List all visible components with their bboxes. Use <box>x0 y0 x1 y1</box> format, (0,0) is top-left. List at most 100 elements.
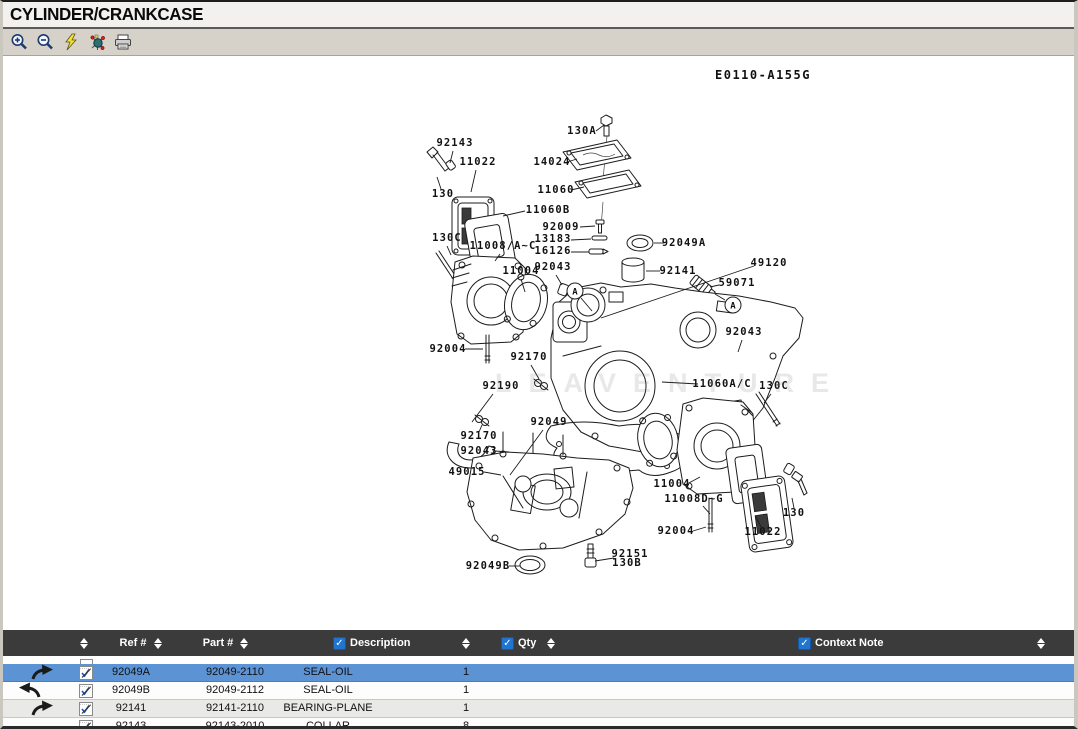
hotspots-icon[interactable] <box>87 32 107 52</box>
part-label-130A[interactable]: 130A <box>567 125 597 137</box>
part-label-11060B[interactable]: 11060B <box>526 204 571 216</box>
part-label-130C[interactable]: 130C <box>432 232 462 244</box>
description-cell: SEAL-OIL <box>243 664 413 682</box>
part-label-11004[interactable]: 11004 <box>653 478 690 490</box>
part-label-92049[interactable]: 92049 <box>530 416 567 428</box>
context-note-cell <box>563 700 983 718</box>
leader-line <box>447 246 451 255</box>
leader-line <box>693 527 706 531</box>
col-description-header[interactable]: Description <box>333 630 411 656</box>
print-icon[interactable] <box>113 32 133 52</box>
leader-line <box>471 170 476 192</box>
context-note-cell <box>563 664 983 682</box>
ref-cell: 92049A <box>89 664 173 682</box>
part-label-11022[interactable]: 11022 <box>744 526 781 538</box>
part-pin-13183 <box>592 236 607 240</box>
page-title: CYLINDER/CRANKCASE <box>10 4 203 25</box>
leader-line <box>571 239 591 240</box>
checkbox-checked-icon[interactable] <box>798 637 811 650</box>
context-note-cell <box>563 682 983 700</box>
table-row[interactable]: 9214392143-2010COLLAR8 <box>3 718 1074 729</box>
ref-cell: 92141 <box>89 700 173 718</box>
part-label-49120[interactable]: 49120 <box>750 257 787 269</box>
ref-cell: 92143 <box>89 718 173 729</box>
part-label-59071[interactable]: 59071 <box>718 277 755 289</box>
sort-icon[interactable] <box>239 636 248 650</box>
part-label-92049B[interactable]: 92049B <box>466 560 511 572</box>
annotation-letter: A <box>730 302 736 312</box>
part-label-92170[interactable]: 92170 <box>510 351 547 363</box>
part-label-92043[interactable]: 92043 <box>460 445 497 457</box>
part-label-130B[interactable]: 130B <box>612 557 642 569</box>
part-label-13183[interactable]: 13183 <box>534 233 571 245</box>
sort-icon[interactable] <box>546 636 555 650</box>
part-label-11008-A-C[interactable]: 11008/A~C <box>470 240 537 252</box>
diagram-pane: E0110-A155G LEAVENTURE <box>3 56 1074 630</box>
qty-cell: 1 <box>431 664 501 682</box>
part-label-92004[interactable]: 92004 <box>429 343 466 355</box>
part-oring-92049B <box>515 556 545 574</box>
sort-icon[interactable] <box>1036 636 1045 650</box>
table-row[interactable]: 92049A92049-2110SEAL-OIL1 <box>3 664 1074 682</box>
lightning-refresh-icon[interactable] <box>61 32 81 52</box>
col-qty-header[interactable]: Qty <box>501 630 536 656</box>
part-cap-92143-right <box>783 463 795 476</box>
part-pin-16126 <box>589 249 608 254</box>
zoom-out-icon[interactable] <box>35 32 55 52</box>
part-label-92143[interactable]: 92143 <box>436 137 473 149</box>
part-label-92049A[interactable]: 92049A <box>662 237 707 249</box>
part-bolt-92009 <box>596 220 604 233</box>
part-label-92004[interactable]: 92004 <box>657 525 694 537</box>
table-row[interactable]: 92049B92049-2112SEAL-OIL1 <box>3 682 1074 700</box>
part-bolt-92151-130B <box>585 544 596 567</box>
checkbox-checked-icon[interactable] <box>501 637 514 650</box>
exploded-diagram: 9214311022130130A140241106011060B9200913… <box>3 56 1074 630</box>
parts-catalog-window: CYLINDER/CRANKCASE <box>0 0 1078 729</box>
part-label-16126[interactable]: 16126 <box>534 245 571 257</box>
title-bar: CYLINDER/CRANKCASE <box>3 2 1074 29</box>
toolbar <box>3 29 1074 56</box>
parts-table-body: 92049A92049-2110SEAL-OIL192049B92049-211… <box>3 664 1074 729</box>
qty-cell: 1 <box>431 700 501 718</box>
part-label-92170[interactable]: 92170 <box>460 430 497 442</box>
part-label-11008D-G[interactable]: 11008D~G <box>664 493 723 505</box>
sort-icon[interactable] <box>79 636 88 650</box>
col-context-note-header[interactable]: Context Note <box>798 630 883 656</box>
leader-line <box>580 226 595 227</box>
part-cup-92141 <box>622 258 644 282</box>
description-cell: SEAL-OIL <box>243 682 413 700</box>
part-bolt-130-left <box>427 147 449 171</box>
part-label-49015[interactable]: 49015 <box>448 466 485 478</box>
context-note-cell <box>563 718 983 729</box>
table-row[interactable]: 9214192141-2110BEARING-PLANE1 <box>3 700 1074 718</box>
part-label-11060[interactable]: 11060 <box>537 184 574 196</box>
description-cell: BEARING-PLANE <box>243 700 413 718</box>
partial-row-strip <box>3 656 1074 664</box>
part-label-92043[interactable]: 92043 <box>534 261 571 273</box>
leader-line <box>556 275 562 285</box>
diagram-code: E0110-A155G <box>715 68 811 82</box>
part-clamp-92170-b <box>475 415 489 426</box>
part-label-92141[interactable]: 92141 <box>659 265 696 277</box>
part-label-11022[interactable]: 11022 <box>459 156 496 168</box>
sort-icon[interactable] <box>153 636 162 650</box>
part-bolt-130A <box>601 115 612 228</box>
table-header: Ref # Part # Description Qty Context Not… <box>3 630 1074 656</box>
part-plate-11060 <box>575 170 641 198</box>
description-cell: COLLAR <box>243 718 413 729</box>
part-plate-14024 <box>563 140 631 170</box>
part-bolt-130-right <box>791 471 807 495</box>
part-oring-92049A <box>627 235 653 251</box>
annotation-letter: A <box>572 288 578 298</box>
checkbox-checked-icon[interactable] <box>333 637 346 650</box>
part-label-92043[interactable]: 92043 <box>725 326 762 338</box>
zoom-in-icon[interactable] <box>9 32 29 52</box>
part-label-130[interactable]: 130 <box>783 507 805 519</box>
watermark: LEAVENTURE <box>495 368 846 399</box>
sort-icon[interactable] <box>461 636 470 650</box>
part-label-130[interactable]: 130 <box>432 188 454 200</box>
part-label-92009[interactable]: 92009 <box>542 221 579 233</box>
leader-line <box>503 211 525 216</box>
ref-cell: 92049B <box>89 682 173 700</box>
part-label-14024[interactable]: 14024 <box>533 156 570 168</box>
